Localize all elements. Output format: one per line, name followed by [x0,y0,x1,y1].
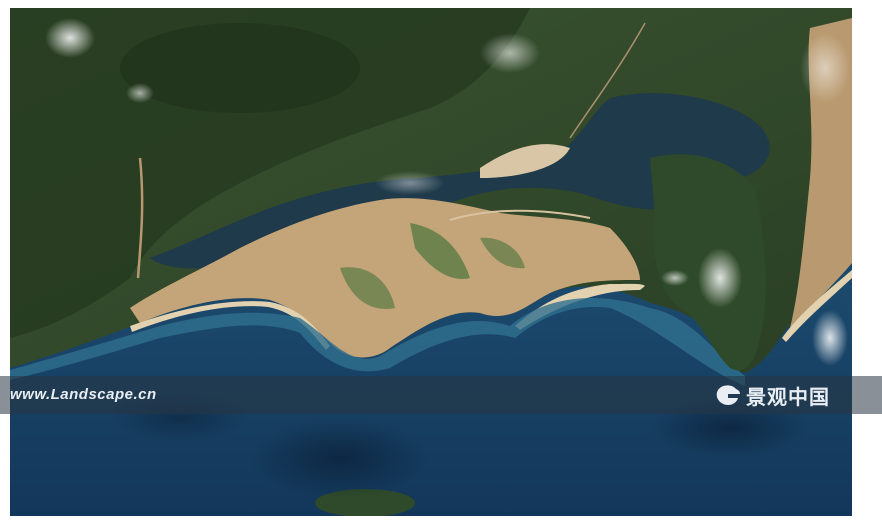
landscape-china-logo-icon [716,385,740,405]
watermark-url: www.Landscape.cn [10,386,157,403]
hill-shade [120,23,360,113]
watermark-logo: 景观中国 [714,380,830,410]
cloud [661,270,689,286]
cloud [698,248,742,308]
satellite-scene [10,8,852,516]
satellite-image [10,8,852,516]
cloud [800,33,850,103]
cloud [812,310,848,366]
watermark-logo-text: 景观中国 [746,384,830,409]
cloud [375,171,445,195]
cloud [45,18,95,58]
cloud [126,83,154,103]
cloud-shadow [250,418,430,498]
cloud [480,33,540,73]
